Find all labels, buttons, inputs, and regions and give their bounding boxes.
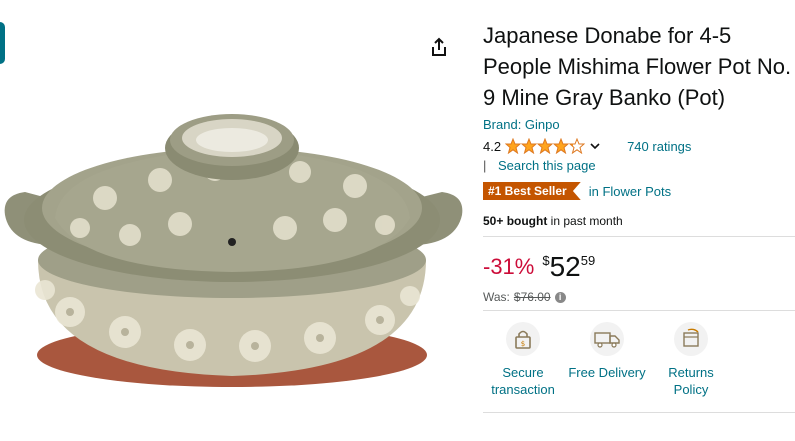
- share-icon[interactable]: [428, 36, 450, 58]
- was-label: Was:: [483, 290, 510, 304]
- bought-count: 50+ bought: [483, 214, 548, 228]
- best-seller-badge[interactable]: #1 Best Seller: [483, 182, 581, 200]
- bought-period: in past month: [547, 214, 623, 228]
- divider: [483, 236, 795, 237]
- was-price-row: Was: $76.00 i: [483, 290, 566, 304]
- divider: [483, 310, 795, 311]
- rating-row: 4.2 740 ratings: [483, 136, 793, 156]
- secure-transaction-badge[interactable]: $ Secure transaction: [478, 322, 568, 398]
- star-icon: [553, 138, 570, 154]
- separator: |: [483, 158, 487, 173]
- price-whole: 52: [549, 251, 581, 282]
- returns-line1: Returns: [668, 365, 714, 380]
- ratings-count-link[interactable]: 740 ratings: [627, 139, 691, 154]
- product-title: Japanese Donabe for 4-5 People Mishima F…: [483, 23, 792, 110]
- rating-value: 4.2: [483, 138, 502, 154]
- bought-in-past-month: 50+ bought in past month: [483, 214, 793, 228]
- star-rating[interactable]: [505, 138, 586, 154]
- image-carousel-tab[interactable]: [0, 22, 5, 64]
- star-icon: [569, 138, 586, 154]
- search-this-page-link[interactable]: Search this page: [498, 158, 596, 173]
- best-seller-label: #1 Best Seller: [488, 184, 567, 198]
- search-page-row: | Search this page: [483, 158, 793, 173]
- secure-line2: transaction: [491, 382, 555, 397]
- free-delivery-label: Free Delivery: [568, 365, 646, 380]
- discount-percent: -31%: [483, 254, 535, 279]
- product-image[interactable]: [0, 100, 470, 400]
- star-icon: [505, 138, 522, 154]
- price-currency: $: [542, 253, 550, 268]
- returns-policy-badge[interactable]: Returns Policy: [646, 322, 736, 398]
- return-icon: [674, 322, 708, 356]
- was-price: $76.00: [513, 290, 551, 304]
- divider: [483, 412, 795, 413]
- star-icon: [537, 138, 554, 154]
- brand-link[interactable]: Brand: Ginpo: [483, 117, 560, 132]
- truck-icon: [590, 322, 624, 356]
- svg-text:$: $: [521, 340, 525, 348]
- secure-line1: Secure: [502, 365, 544, 380]
- product-info: Japanese Donabe for 4-5 People Mishima F…: [483, 20, 793, 228]
- price-fraction: 59: [580, 253, 596, 268]
- free-delivery-badge[interactable]: Free Delivery: [562, 322, 652, 381]
- star-icon: [521, 138, 538, 154]
- returns-line2: Policy: [673, 382, 709, 397]
- lock-icon: $: [506, 322, 540, 356]
- category-link[interactable]: in Flower Pots: [589, 184, 671, 199]
- price-row: -31% $ 52 59: [483, 253, 595, 281]
- info-icon[interactable]: i: [554, 291, 566, 303]
- chevron-down-icon[interactable]: [589, 140, 601, 152]
- best-seller-row: #1 Best Seller in Flower Pots: [483, 182, 793, 200]
